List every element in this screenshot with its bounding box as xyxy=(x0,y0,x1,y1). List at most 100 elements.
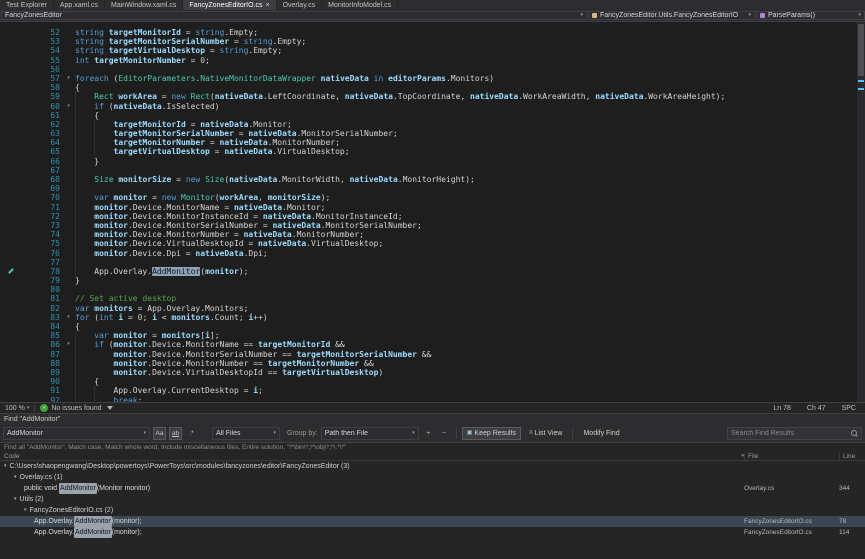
line-number[interactable]: 71 xyxy=(16,203,62,212)
line-number[interactable]: 53 xyxy=(16,37,62,46)
line-number[interactable]: 59 xyxy=(16,92,62,101)
scrollbar-thumb[interactable] xyxy=(858,24,864,76)
line-number[interactable]: 54 xyxy=(16,46,62,55)
line-number[interactable]: 89 xyxy=(16,368,62,377)
code-text: break; xyxy=(75,396,865,403)
line-number[interactable]: 52 xyxy=(16,28,62,37)
code-token: .MonitorNumber; xyxy=(292,230,364,239)
line-number[interactable]: 76 xyxy=(16,249,62,258)
code-token: monitor xyxy=(94,212,128,221)
tab-monitorinfomodel-cs[interactable]: MonitorInfoModel.cs xyxy=(322,0,398,10)
filter-icon[interactable] xyxy=(107,406,113,410)
line-number[interactable]: 63 xyxy=(16,129,62,138)
line-number[interactable]: 91 xyxy=(16,386,62,395)
code-editor[interactable]: 52string targetMonitorId = string.Empty;… xyxy=(0,22,865,402)
tab-fancyzoneseditorio-cs[interactable]: FancyZonesEditorIO.cs× xyxy=(183,0,276,10)
line-number[interactable]: 65 xyxy=(16,147,62,156)
line-number[interactable]: 67 xyxy=(16,166,62,175)
fold-margin xyxy=(62,129,75,138)
line-number[interactable]: 80 xyxy=(16,285,62,294)
tab-overlay-cs[interactable]: Overlay.cs xyxy=(277,0,323,10)
project-dropdown[interactable]: FancyZonesEditor ▾ xyxy=(1,11,587,20)
type-dropdown[interactable]: FancyZonesEditor.Utils.FancyZonesEditorI… xyxy=(588,11,755,20)
line-number[interactable]: 85 xyxy=(16,331,62,340)
find-result-row[interactable]: public void AddMonitor(Monitor monitor)O… xyxy=(0,483,865,494)
line-number[interactable]: 64 xyxy=(16,138,62,147)
line-number[interactable]: 92 xyxy=(16,396,62,403)
line-number[interactable]: 57 xyxy=(16,74,62,83)
line-number[interactable]: 75 xyxy=(16,239,62,248)
column-header-line[interactable]: Line xyxy=(839,453,865,460)
line-number[interactable]: 68 xyxy=(16,175,62,184)
line-number[interactable]: 87 xyxy=(16,350,62,359)
line-number[interactable]: 86 xyxy=(16,340,62,349)
document-health-indicator[interactable]: ✓ No issues found xyxy=(40,404,101,412)
group-by-dropdown[interactable]: Path then File ▾ xyxy=(321,427,419,440)
find-group-row[interactable]: ▾C:\Users\shaopengwang\Desktop\powertoys… xyxy=(0,461,865,472)
tab-test-explorer[interactable]: Test Explorer xyxy=(0,0,54,10)
line-number[interactable]: 58 xyxy=(16,83,62,92)
keep-results-toggle[interactable]: ▣ Keep Results xyxy=(462,427,521,440)
line-number[interactable]: 77 xyxy=(16,258,62,267)
code-token: var xyxy=(94,331,108,340)
find-query-combo[interactable]: AddMonitor ▾ xyxy=(3,427,150,440)
line-number[interactable]: 79 xyxy=(16,276,62,285)
column-header-code[interactable]: Code ▾ xyxy=(0,453,744,460)
regex-button[interactable]: .* xyxy=(185,427,198,440)
tree-expander-icon[interactable]: ▾ xyxy=(14,497,17,502)
tree-expander-icon[interactable]: ▾ xyxy=(24,508,27,513)
search-find-results-box[interactable] xyxy=(727,427,862,440)
match-case-button[interactable]: Aa xyxy=(153,427,166,440)
line-number[interactable]: 62 xyxy=(16,120,62,129)
line-number[interactable]: 83 xyxy=(16,313,62,322)
line-number[interactable]: 73 xyxy=(16,221,62,230)
line-number[interactable]: 90 xyxy=(16,377,62,386)
find-group-row[interactable]: ▾Utils (2) xyxy=(0,494,865,505)
tab-mainwindow-xaml-cs[interactable]: MainWindow.xaml.cs xyxy=(105,0,183,10)
line-number[interactable]: 88 xyxy=(16,359,62,368)
expand-all-button[interactable]: + xyxy=(422,427,435,440)
find-group-row[interactable]: ▾Overlay.cs (1) xyxy=(0,472,865,483)
whole-word-button[interactable]: ab xyxy=(169,427,182,440)
fold-icon[interactable]: ▾ xyxy=(62,340,75,349)
line-number[interactable]: 81 xyxy=(16,294,62,303)
list-view-toggle[interactable]: ≡ List View xyxy=(524,427,567,440)
find-group-row[interactable]: ▾FancyZonesEditorIO.cs (2) xyxy=(0,505,865,516)
line-number[interactable]: 66 xyxy=(16,157,62,166)
gutter-margin xyxy=(0,377,16,386)
tab-app-xaml-cs[interactable]: App.xaml.cs xyxy=(54,0,105,10)
modify-find-button[interactable]: Modify Find xyxy=(578,427,624,440)
line-number[interactable]: 84 xyxy=(16,322,62,331)
editor-scrollbar[interactable] xyxy=(857,22,865,402)
line-number[interactable]: 82 xyxy=(16,304,62,313)
code-token: monitor xyxy=(114,350,148,359)
zoom-control[interactable]: 100 % ▾ xyxy=(5,405,29,412)
find-result-row[interactable]: App.Overlay.AddMonitor(monitor);FancyZon… xyxy=(0,516,865,527)
line-number[interactable]: 78 xyxy=(16,267,62,276)
line-number[interactable]: 60 xyxy=(16,102,62,111)
result-text: App.Overlay. xyxy=(34,527,74,538)
search-find-results-input[interactable] xyxy=(731,430,849,437)
code-token: = xyxy=(205,138,219,147)
code-text: monitor.Device.MonitorNumber = nativeDat… xyxy=(75,230,865,239)
fold-icon[interactable]: ▾ xyxy=(62,313,75,322)
collapse-all-button[interactable]: − xyxy=(438,427,451,440)
line-number[interactable]: 56 xyxy=(16,65,62,74)
scope-dropdown[interactable]: All Files ▾ xyxy=(212,427,280,440)
close-icon[interactable]: × xyxy=(265,2,269,9)
line-number[interactable]: 55 xyxy=(16,56,62,65)
line-number[interactable]: 69 xyxy=(16,184,62,193)
tree-expander-icon[interactable]: ▾ xyxy=(14,475,17,480)
fold-icon[interactable]: ▾ xyxy=(62,74,75,83)
line-number[interactable]: 74 xyxy=(16,230,62,239)
find-result-row[interactable]: App.Overlay.AddMonitor(monitor);FancyZon… xyxy=(0,527,865,538)
line-number[interactable]: 70 xyxy=(16,193,62,202)
tree-expander-icon[interactable]: ▾ xyxy=(4,464,7,469)
fold-margin xyxy=(62,56,75,65)
column-header-file[interactable]: File xyxy=(744,453,839,460)
member-dropdown[interactable]: ParseParams() ▾ xyxy=(756,11,865,20)
line-number[interactable]: 72 xyxy=(16,212,62,221)
fold-icon[interactable]: ▾ xyxy=(62,102,75,111)
editor-status-strip: 100 % ▾ ✓ No issues found Ln 78 Ch 47 SP… xyxy=(0,402,865,413)
line-number[interactable]: 61 xyxy=(16,111,62,120)
